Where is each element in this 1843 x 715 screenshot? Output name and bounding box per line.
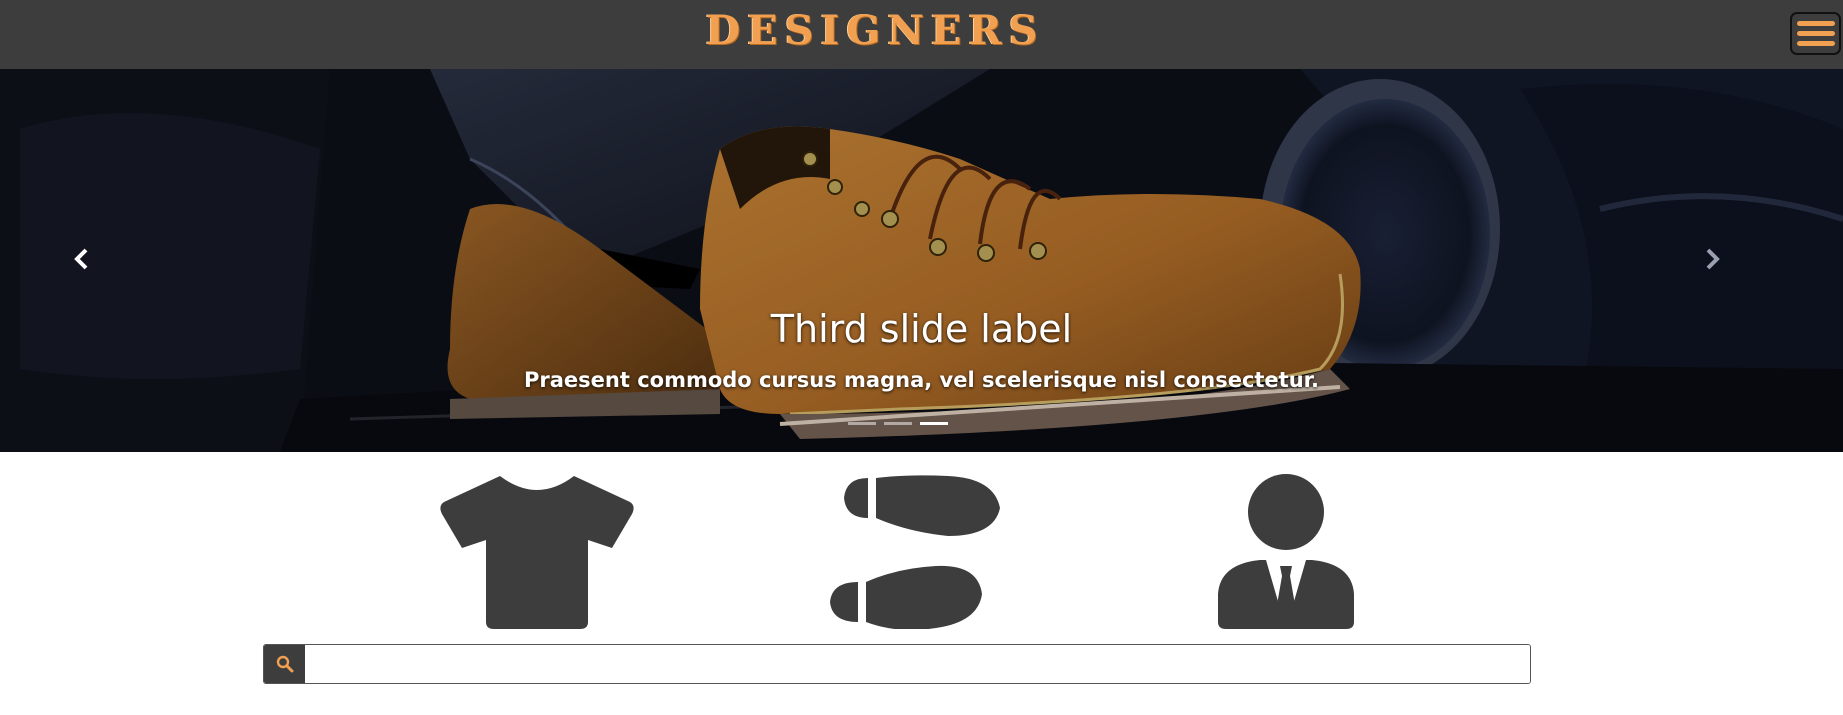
businessman-icon [1218,474,1354,629]
hamburger-icon-bar [1796,31,1835,36]
search-icon [276,655,293,673]
carousel-next-button[interactable] [1692,239,1732,279]
hamburger-icon-bar [1796,21,1835,26]
carousel-indicator-1[interactable] [848,422,876,425]
search-bar [263,644,1531,684]
slide-caption-title: Third slide label [770,307,1073,351]
category-clothing[interactable] [440,474,634,629]
slide-image-boot [0,69,1843,452]
hamburger-icon-bar [1796,41,1835,46]
menu-toggle-button[interactable] [1790,12,1841,55]
chevron-right-icon [1706,248,1720,270]
carousel-prev-button[interactable] [62,239,102,279]
search-input[interactable] [305,645,1530,683]
shoe-prints-icon [830,475,1000,629]
carousel-indicators [848,422,948,425]
slide-caption-text: Praesent commodo cursus magna, vel scele… [524,368,1319,392]
category-menswear[interactable] [1218,474,1354,629]
category-footwear[interactable] [828,474,1023,629]
brand-logo[interactable]: DESIGNERS [680,3,1070,59]
tshirt-icon [440,476,634,629]
search-button[interactable] [264,645,305,683]
carousel-indicator-3[interactable] [920,422,948,425]
hero-carousel: Third slide label Praesent commodo cursu… [0,69,1843,452]
chevron-left-icon [74,248,88,270]
top-navbar: DESIGNERS [0,0,1843,69]
carousel-indicator-2[interactable] [884,422,912,425]
